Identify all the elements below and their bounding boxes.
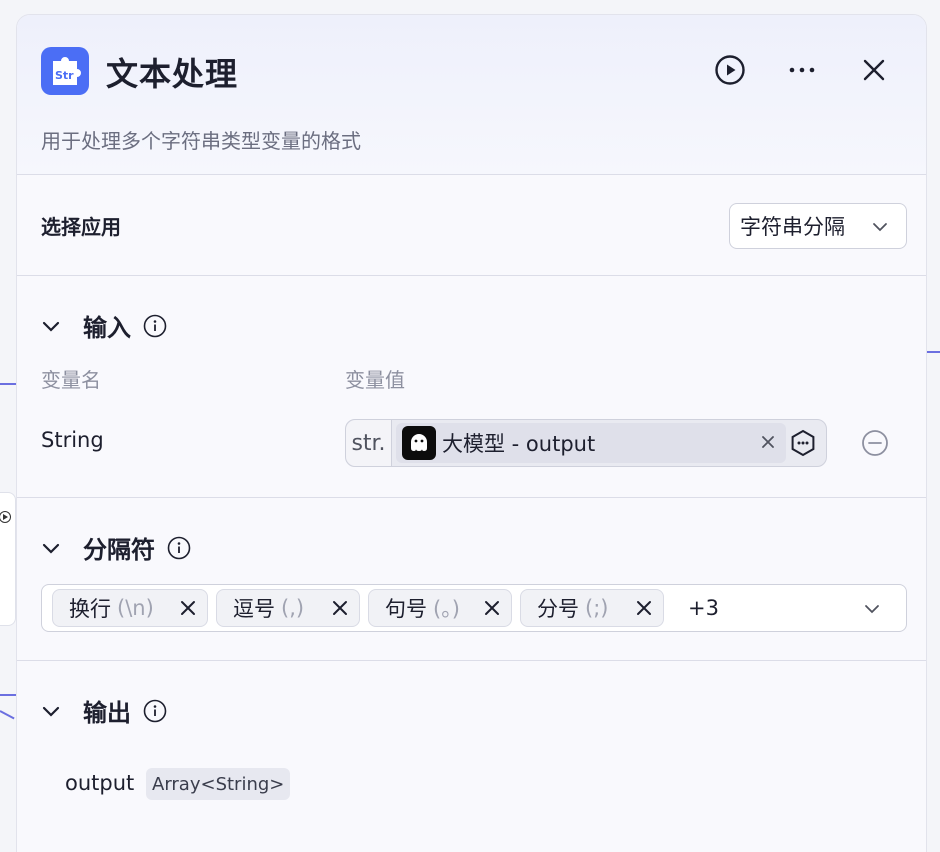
remove-tag-icon[interactable] [635, 599, 653, 617]
info-icon[interactable] [143, 699, 167, 723]
separator-multi-select[interactable]: 换行 (\n) 逗号 (,) 句号 (。) 分号 (;) +3 [41, 584, 907, 632]
panel-header: Str 文本处理 用于处理多个字符串类型变量的格式 [17, 15, 926, 175]
output-variable-name: output [65, 771, 135, 795]
output-section-toggle[interactable]: 输出 [41, 693, 167, 728]
remove-tag-icon[interactable] [179, 599, 197, 617]
separator-section-toggle[interactable]: 分隔符 [41, 530, 191, 565]
info-icon[interactable] [143, 314, 167, 338]
chevron-down-icon [42, 706, 60, 717]
separator-tag-symbol: (。) [433, 597, 460, 621]
play-icon [0, 511, 11, 523]
chevron-down-icon [873, 223, 887, 232]
separator-tag-symbol: (;) [585, 596, 609, 620]
connection-edge [0, 694, 16, 696]
separator-section: 分隔符 换行 (\n) 逗号 (,) 句号 (。) 分号 (;) +3 [17, 498, 926, 661]
input-section-toggle[interactable]: 输入 [41, 308, 167, 343]
separator-tag-label: 逗号 [233, 597, 275, 621]
svg-text:Str: Str [55, 69, 74, 82]
chevron-down-icon [865, 605, 879, 614]
variable-value-field[interactable]: str. 大模型 - output [345, 419, 827, 467]
variable-picker-icon[interactable] [788, 428, 818, 458]
column-header-value: 变量值 [345, 368, 405, 392]
separator-tag[interactable]: 分号 (;) [520, 589, 664, 627]
variable-reference-chip[interactable]: 大模型 - output [396, 423, 786, 463]
play-circle-icon [715, 55, 745, 85]
ellipsis-icon [789, 67, 815, 73]
node-description: 用于处理多个字符串类型变量的格式 [41, 129, 361, 153]
workflow-canvas: Str 文本处理 用于处理多个字符串类型变量的格式 选择应用 字符串分隔 输入 … [0, 0, 940, 852]
type-badge: str. [346, 420, 392, 466]
adjacent-node[interactable] [0, 492, 16, 626]
separator-tag[interactable]: 换行 (\n) [52, 589, 208, 627]
app-select-value: 字符串分隔 [740, 215, 845, 239]
input-section: 输入 变量名 变量值 String str. 大模型 - output [17, 276, 926, 498]
separator-section-title: 分隔符 [83, 536, 155, 564]
variable-name: String [41, 428, 104, 452]
separator-tag-symbol: (\n) [117, 596, 154, 620]
close-button[interactable] [857, 53, 891, 87]
app-select-dropdown[interactable]: 字符串分隔 [729, 203, 907, 249]
separator-tag-label: 分号 [537, 597, 579, 621]
chevron-down-icon [42, 321, 60, 332]
separator-tag-label: 换行 [69, 597, 111, 621]
info-icon[interactable] [167, 536, 191, 560]
node-panel: Str 文本处理 用于处理多个字符串类型变量的格式 选择应用 字符串分隔 输入 … [16, 14, 927, 852]
separator-tag-symbol: (,) [281, 596, 305, 620]
run-button[interactable] [713, 53, 747, 87]
output-section-title: 输出 [83, 699, 131, 727]
separator-tag[interactable]: 句号 (。) [368, 589, 512, 627]
more-options-button[interactable] [785, 53, 819, 87]
app-select-section: 选择应用 字符串分隔 [17, 175, 926, 276]
chevron-down-icon [42, 543, 60, 554]
separator-tag-label: 句号 [385, 597, 427, 621]
separator-tag[interactable]: 逗号 (,) [216, 589, 360, 627]
column-header-name: 变量名 [41, 368, 101, 392]
remove-variable-button[interactable] [860, 428, 890, 458]
connection-edge [0, 710, 15, 720]
llm-ghost-icon [402, 426, 436, 460]
string-puzzle-icon: Str [41, 47, 89, 95]
remove-tag-icon[interactable] [483, 599, 501, 617]
connection-edge [926, 351, 940, 353]
node-title: 文本处理 [106, 55, 239, 93]
more-tags-count[interactable]: +3 [688, 596, 719, 620]
remove-tag-icon[interactable] [331, 599, 349, 617]
app-select-label: 选择应用 [41, 215, 121, 239]
input-section-title: 输入 [83, 314, 131, 342]
output-section: 输出 output Array<String> [17, 661, 926, 852]
close-icon [863, 59, 885, 81]
output-type-badge: Array<String> [146, 768, 291, 800]
variable-reference-text: 大模型 - output [442, 432, 596, 456]
clear-reference-icon[interactable] [758, 432, 778, 452]
connection-edge [0, 383, 16, 385]
